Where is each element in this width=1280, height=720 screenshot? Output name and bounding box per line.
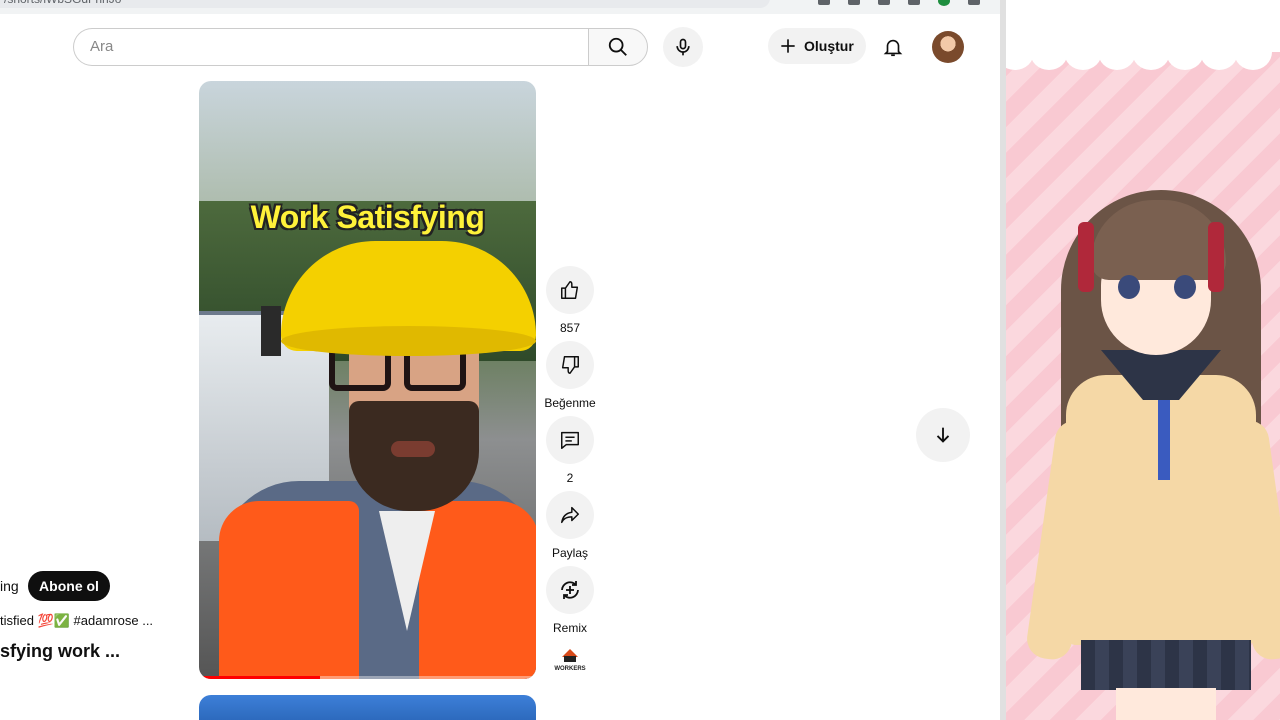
short-video-player[interactable]: Work Satisfying: [199, 81, 536, 679]
browser-icons: [818, 0, 980, 6]
next-short-preview[interactable]: [199, 695, 536, 720]
vtuber-overlay-panel: [1006, 0, 1280, 720]
channel-logo[interactable]: WORKERS: [553, 645, 587, 675]
video-hard-hat-brim: [281, 326, 536, 356]
character-ribbon-tie: [1158, 400, 1170, 480]
video-vest-right: [419, 501, 536, 679]
scallop-dot: [1200, 34, 1238, 70]
remix-icon: [561, 581, 579, 599]
avatar[interactable]: [932, 31, 964, 63]
share-action: Paylaş: [546, 491, 594, 560]
character-legs: [1116, 688, 1216, 720]
share-icon: [561, 506, 579, 524]
thumbs-down-icon: [561, 356, 579, 374]
video-caption: Work Satisfying: [250, 199, 485, 235]
scallop-dot: [1098, 34, 1136, 70]
translate-icon[interactable]: [818, 0, 830, 5]
video-mouth: [391, 441, 435, 457]
subscribe-button[interactable]: Abone ol: [28, 571, 110, 601]
video-progress-fill: [199, 676, 321, 679]
comment-count: 2: [566, 471, 574, 485]
next-video-button[interactable]: [916, 408, 970, 462]
video-progress-bar[interactable]: [199, 676, 536, 679]
search-icon: [608, 37, 627, 56]
tab-search-icon[interactable]: [908, 0, 920, 5]
channel-logo-text: WORKERS: [554, 666, 585, 672]
scallop-dot: [1234, 34, 1272, 70]
remix-label: Remix: [552, 621, 587, 635]
comments-button[interactable]: [546, 416, 594, 464]
channel-name[interactable]: ing: [0, 578, 19, 594]
video-vest-left: [219, 501, 359, 679]
character-skirt: [1081, 640, 1251, 690]
remix-button[interactable]: [546, 566, 594, 614]
character-hair-ribbon-left: [1078, 222, 1094, 292]
bell-icon: [883, 39, 903, 57]
like-button[interactable]: [546, 266, 594, 314]
dislike-action: Beğenme: [544, 341, 596, 410]
scallop-dot: [1166, 34, 1204, 70]
bookmark-star-icon[interactable]: [878, 0, 890, 5]
search-input[interactable]: Ara: [73, 28, 589, 66]
like-count: 857: [559, 321, 581, 335]
character-eye-right: [1174, 275, 1196, 299]
character-hair-ribbon-right: [1208, 222, 1224, 292]
dislike-label: Beğenme: [544, 396, 596, 410]
comment-action: 2: [546, 416, 594, 485]
browser-toolbar: /shorts/lWbSGdFhhJo: [0, 0, 1000, 14]
address-bar[interactable]: /shorts/lWbSGdFhhJo: [0, 0, 770, 8]
workers-logo-icon: WORKERS: [554, 649, 586, 672]
video-trailer-window: [261, 306, 281, 356]
plus-icon: [781, 39, 795, 53]
remix-action: Remix: [546, 566, 594, 635]
profile-icon[interactable]: [938, 0, 950, 6]
create-button[interactable]: Oluştur: [768, 28, 866, 64]
search-button[interactable]: [588, 28, 648, 66]
comment-icon: [561, 431, 579, 449]
share-label: Paylaş: [551, 546, 589, 560]
create-label: Oluştur: [804, 38, 854, 54]
mic-icon: [676, 38, 690, 56]
thumbs-up-icon: [561, 281, 579, 299]
scallop-dot: [1030, 34, 1068, 70]
scallop-dot: [1132, 34, 1170, 70]
arrow-down-icon: [936, 427, 950, 443]
character-eye-left: [1118, 275, 1140, 299]
install-icon[interactable]: [848, 0, 860, 5]
notifications-button[interactable]: [878, 32, 908, 62]
menu-kebab-icon[interactable]: [968, 0, 980, 5]
dislike-button[interactable]: [546, 341, 594, 389]
like-action: 857: [546, 266, 594, 335]
share-button[interactable]: [546, 491, 594, 539]
voice-search-button[interactable]: [663, 27, 703, 67]
video-description[interactable]: tisfied 💯✅ #adamrose ...: [0, 613, 153, 629]
video-title[interactable]: sfying work ...: [0, 641, 120, 662]
scallop-dot: [1064, 34, 1102, 70]
